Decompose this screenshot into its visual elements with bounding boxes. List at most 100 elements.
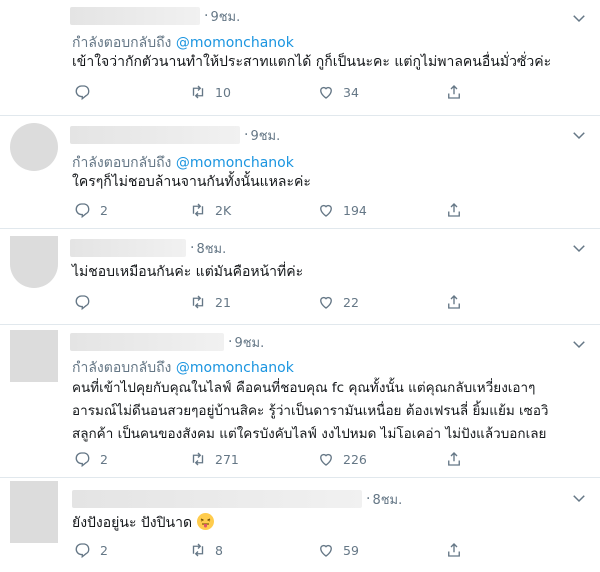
like-button[interactable]: 59 [317, 541, 445, 559]
reply-button[interactable]: 2 [74, 450, 189, 468]
author-name-redacted[interactable] [72, 490, 362, 508]
tweet-header: · 9ชม. [70, 332, 264, 352]
tweet-1[interactable]: · 9ชม. กำลังตอบกลับถึง @momonchanok เข้า… [0, 0, 600, 116]
reply-button[interactable]: 2 [74, 201, 189, 219]
tweet-actions: 2 271 226 [74, 449, 471, 469]
replying-to-label: กำลังตอบกลับถึง [72, 155, 172, 171]
retweet-count: 10 [215, 84, 231, 100]
share-button[interactable] [445, 83, 471, 101]
chevron-down-icon[interactable] [570, 335, 588, 353]
retweet-button[interactable]: 8 [189, 541, 317, 559]
tweet-actions: 21 22 [74, 292, 471, 312]
like-count: 194 [343, 202, 367, 218]
tweet-header: · 9ชม. [70, 125, 280, 145]
timestamp[interactable]: 8ชม. [372, 489, 402, 510]
tweet-5[interactable]: · 8ชม. ยังปังอยู่นะ ปังปินาด 2 8 59 [0, 479, 600, 572]
retweet-count: 271 [215, 451, 239, 467]
reply-button[interactable]: 2 [74, 541, 189, 559]
reply-icon [75, 85, 90, 101]
tweet-header: · 9ชม. [70, 6, 240, 26]
timestamp[interactable]: 9ชม. [250, 125, 280, 146]
share-icon [448, 452, 460, 466]
like-button[interactable]: 226 [317, 450, 445, 468]
retweet-button[interactable]: 10 [189, 83, 317, 101]
share-button[interactable] [445, 201, 471, 219]
chevron-down-icon[interactable] [570, 9, 588, 27]
retweet-count: 2K [215, 202, 232, 218]
replying-to-label: กำลังตอบกลับถึง [72, 360, 172, 376]
reply-icon [75, 295, 90, 311]
tweet-text: ใครๆก็ไม่ชอบล้านจานกันทั้งนั้นแหละค่ะ [72, 171, 311, 194]
replying-to-label: กำลังตอบกลับถึง [72, 35, 172, 51]
tweet-actions: 2 2K 194 [74, 200, 471, 220]
reply-button[interactable] [74, 293, 189, 311]
chevron-down-icon[interactable] [570, 489, 588, 507]
tweet-text-line: ไม่ชอบเหมือนกันค่ะ แต่มันคือหน้าที่ค่ะ [72, 264, 304, 280]
retweet-icon [192, 543, 204, 557]
tweet-text: ไม่ชอบเหมือนกันค่ะ แต่มันคือหน้าที่ค่ะ [72, 261, 303, 284]
tweet-text-line: สลูกค้า เป็นคนของสังคม แต่ใครบังคับไลฟ์ … [72, 426, 547, 442]
retweet-icon [192, 295, 204, 309]
tweet-header: · 8ชม. [72, 489, 402, 509]
avatar[interactable] [10, 123, 58, 171]
share-icon [448, 85, 460, 99]
mention-link[interactable]: @momonchanok [176, 360, 294, 376]
author-name-redacted[interactable] [70, 239, 186, 257]
emoji-face-icon [200, 518, 210, 528]
replying-to: กำลังตอบกลับถึง @momonchanok [72, 357, 294, 379]
retweet-icon [192, 452, 204, 466]
avatar[interactable] [10, 481, 58, 543]
author-name-redacted[interactable] [70, 7, 200, 25]
share-button[interactable] [445, 293, 471, 311]
share-icon [448, 295, 460, 309]
share-icon [448, 203, 460, 217]
retweet-icon [192, 203, 204, 217]
timestamp[interactable]: 9ชม. [210, 6, 240, 27]
author-name-redacted[interactable] [70, 126, 240, 144]
retweet-count: 8 [215, 542, 223, 558]
like-button[interactable]: 22 [317, 293, 445, 311]
heart-icon [320, 204, 332, 217]
retweet-count: 21 [215, 294, 231, 310]
tweet-text-line: ยังปังอยู่นะ ปังปินาด [72, 515, 193, 531]
mention-link[interactable]: @momonchanok [176, 155, 294, 171]
timestamp[interactable]: 8ชม. [196, 238, 226, 259]
tweet-text-line: คนที่เข้าไปคุยกับคุณในไลฟ์ คือคนที่ชอบคุ… [72, 380, 536, 396]
tweet-header: · 8ชม. [70, 238, 226, 258]
like-button[interactable]: 194 [317, 201, 445, 219]
reply-icon [75, 543, 90, 559]
chevron-down-icon[interactable] [570, 126, 588, 144]
reply-count: 2 [100, 542, 108, 558]
tweet-text: เข้าใจว่ากักตัวนานทำให้ประสาทแตกได้ กูก็… [72, 51, 551, 74]
retweet-button[interactable]: 21 [189, 293, 317, 311]
tweet-actions: 10 34 [74, 82, 471, 102]
avatar[interactable] [10, 330, 58, 382]
like-button[interactable]: 34 [317, 83, 445, 101]
tweet-4[interactable]: · 9ชม. กำลังตอบกลับถึง @momonchanok คนที… [0, 326, 600, 478]
like-count: 59 [343, 542, 359, 558]
share-button[interactable] [445, 450, 471, 468]
heart-icon [320, 544, 332, 557]
reply-button[interactable] [74, 83, 189, 101]
like-count: 22 [343, 294, 359, 310]
retweet-button[interactable]: 2K [189, 201, 317, 219]
tweet-actions: 2 8 59 [74, 540, 471, 560]
tweet-2[interactable]: · 9ชม. กำลังตอบกลับถึง @momonchanok ใครๆ… [0, 117, 600, 229]
share-button[interactable] [445, 541, 471, 559]
tweet-text-line: ใครๆก็ไม่ชอบล้านจานกันทั้งนั้นแหละค่ะ [72, 174, 311, 190]
author-name-redacted[interactable] [70, 333, 224, 351]
heart-icon [320, 86, 332, 99]
heart-icon [320, 296, 332, 309]
like-count: 226 [343, 451, 367, 467]
chevron-down-icon[interactable] [570, 239, 588, 257]
tweet-3[interactable]: · 8ชม. ไม่ชอบเหมือนกันค่ะ แต่มันคือหน้าท… [0, 230, 600, 325]
avatar[interactable] [10, 236, 58, 288]
retweet-button[interactable]: 271 [189, 450, 317, 468]
timestamp[interactable]: 9ชม. [234, 332, 264, 353]
reply-icon [75, 452, 90, 468]
face-with-tongue-emoji [196, 513, 214, 530]
reply-count: 2 [100, 451, 108, 467]
tweet-text-line: เข้าใจว่ากักตัวนานทำให้ประสาทแตกได้ กูก็… [72, 54, 552, 70]
heart-icon [320, 453, 332, 466]
mention-link[interactable]: @momonchanok [176, 35, 294, 51]
